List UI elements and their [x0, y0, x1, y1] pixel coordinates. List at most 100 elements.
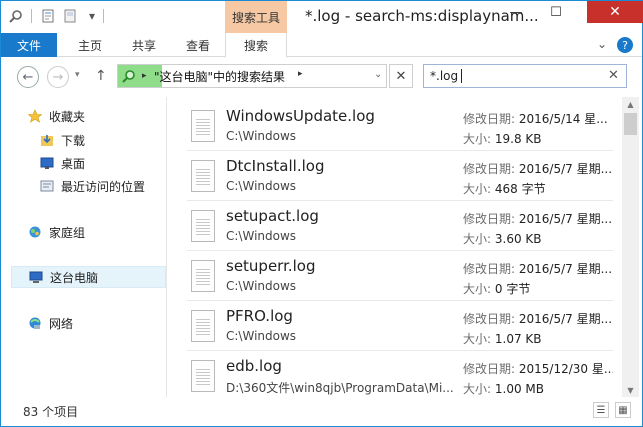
date-label: 修改日期: — [463, 362, 516, 376]
size-value: 1.07 KB — [494, 332, 542, 346]
date-value: 2016/5/14 星... — [518, 112, 608, 126]
tab-file[interactable]: 文件 — [1, 33, 57, 57]
item-count: 83 个项目 — [23, 405, 79, 419]
search-input[interactable]: *.log — [430, 69, 458, 83]
close-button[interactable]: ✕ — [587, 1, 643, 23]
file-date: 修改日期: 2016/5/14 星... — [463, 110, 608, 127]
scrollbar-thumb[interactable] — [624, 113, 637, 135]
text-caret — [461, 69, 462, 83]
file-name: setupact.log — [226, 207, 319, 225]
size-value: 3.60 KB — [494, 232, 542, 246]
properties-icon[interactable] — [39, 7, 57, 25]
list-item[interactable]: DtcInstall.log C:\Windows 修改日期: 2016/5/7… — [187, 151, 613, 201]
sidebar-item-label: 这台电脑 — [50, 270, 99, 285]
date-label: 修改日期: — [463, 312, 516, 326]
ribbon-collapse-icon[interactable]: ⌄ — [597, 37, 607, 51]
help-icon[interactable]: ? — [617, 37, 633, 53]
list-item[interactable]: setuperr.log C:\Windows 修改日期: 2016/5/7 星… — [187, 251, 613, 301]
sidebar-item-label: 桌面 — [61, 156, 86, 171]
sidebar-item-favorites[interactable]: 收藏夹 — [27, 105, 193, 127]
list-item[interactable]: setupact.log C:\Windows 修改日期: 2016/5/7 星… — [187, 201, 613, 251]
sidebar-item-homegroup[interactable]: 家庭组 — [27, 221, 193, 243]
file-name: WindowsUpdate.log — [226, 107, 375, 125]
file-name: edb.log — [226, 357, 282, 375]
clear-search-icon[interactable]: ✕ — [608, 68, 619, 83]
details-view-icon[interactable]: ☰ — [593, 402, 609, 418]
ribbon-tabs: 文件 主页 共享 查看 搜索 ⌄ ? — [1, 33, 642, 58]
size-label: 大小: — [463, 232, 492, 246]
search-results-list: WindowsUpdate.log C:\Windows 修改日期: 2016/… — [187, 101, 615, 397]
file-date: 修改日期: 2015/12/30 星... — [463, 360, 613, 377]
breadcrumb[interactable]: "这台电脑"中的搜索结果 — [154, 68, 285, 85]
file-size: 大小: 3.60 KB — [463, 230, 542, 247]
tab-search[interactable]: 搜索 — [225, 33, 287, 58]
large-icons-view-icon[interactable]: ▦ — [615, 402, 631, 418]
sidebar-item-label: 收藏夹 — [49, 109, 86, 124]
tab-view[interactable]: 查看 — [175, 33, 221, 57]
list-item[interactable]: WindowsUpdate.log C:\Windows 修改日期: 2016/… — [187, 101, 613, 151]
size-value: 468 字节 — [494, 182, 546, 196]
date-value: 2016/5/7 星期... — [518, 312, 613, 326]
date-value: 2015/12/30 星... — [518, 362, 613, 376]
sidebar-item-desktop[interactable]: 桌面 — [39, 152, 205, 174]
date-label: 修改日期: — [463, 212, 516, 226]
desktop-icon — [39, 155, 55, 171]
search-box[interactable]: *.log ✕ — [423, 64, 627, 88]
sidebar-item-recent-places[interactable]: 最近访问的位置 — [39, 175, 205, 197]
log-file-icon — [191, 160, 215, 192]
forward-button[interactable]: → — [47, 66, 69, 88]
toolbar-separator — [31, 9, 32, 23]
date-value: 2016/5/7 星期... — [518, 262, 613, 276]
address-dropdown-icon[interactable]: ⌄ — [374, 69, 382, 80]
file-size: 大小: 0 字节 — [463, 280, 530, 297]
sidebar-item-label: 网络 — [49, 316, 74, 331]
log-file-icon — [191, 210, 215, 242]
date-value: 2016/5/7 星期... — [518, 162, 613, 176]
file-path: C:\Windows — [226, 329, 297, 343]
size-value: 0 字节 — [494, 282, 531, 296]
size-value: 1.00 MB — [494, 382, 544, 396]
back-button[interactable]: ← — [17, 66, 39, 88]
scroll-up-arrow-icon[interactable]: ▲ — [622, 97, 639, 111]
up-button[interactable]: ↑ — [95, 68, 107, 84]
sidebar-item-this-pc[interactable]: 这台电脑 — [11, 266, 166, 288]
explorer-window: ▾ 搜索工具 *.log - search-ms:displaynam... —… — [0, 0, 643, 427]
stop-search-button[interactable]: ✕ — [389, 64, 413, 88]
date-label: 修改日期: — [463, 262, 516, 276]
address-bar[interactable]: ▸ "这台电脑"中的搜索结果 ▸ ⌄ — [117, 64, 387, 88]
maximize-button[interactable]: ☐ — [541, 1, 571, 23]
tab-share[interactable]: 共享 — [121, 33, 167, 57]
size-label: 大小: — [463, 182, 492, 196]
size-label: 大小: — [463, 332, 492, 346]
list-item[interactable]: edb.log D:\360文件\win8qjb\ProgramData\Mi.… — [187, 351, 613, 397]
minimize-button[interactable]: — — [501, 1, 531, 23]
homegroup-icon — [27, 224, 43, 240]
size-label: 大小: — [463, 132, 492, 146]
log-file-icon — [191, 110, 215, 142]
star-icon — [27, 108, 43, 124]
customize-toolbar-icon[interactable]: ▾ — [83, 7, 101, 25]
sidebar-item-label: 家庭组 — [49, 225, 86, 240]
address-row: ← → ▾ ↑ ▸ "这台电脑"中的搜索结果 ▸ ⌄ ✕ *.log ✕ — [1, 58, 642, 96]
file-size: 大小: 19.8 KB — [463, 130, 542, 147]
breadcrumb-chevron-icon[interactable]: ▸ — [142, 71, 147, 81]
sidebar-item-network[interactable]: 网络 — [27, 312, 193, 334]
file-name: setuperr.log — [226, 257, 316, 275]
file-path: C:\Windows — [226, 229, 297, 243]
new-folder-icon[interactable] — [61, 7, 79, 25]
status-bar: 83 个项目 ☰ ▦ — [1, 398, 642, 426]
search-app-icon[interactable] — [7, 7, 25, 25]
sidebar-item-label: 下载 — [61, 133, 86, 148]
file-date: 修改日期: 2016/5/7 星期... — [463, 160, 612, 177]
tab-home[interactable]: 主页 — [67, 33, 113, 57]
breadcrumb-chevron-icon[interactable]: ▸ — [298, 69, 303, 79]
scroll-down-arrow-icon[interactable]: ▼ — [622, 383, 639, 397]
file-size: 大小: 468 字节 — [463, 180, 546, 197]
sidebar-item-downloads[interactable]: 下载 — [39, 129, 205, 151]
list-item[interactable]: PFRO.log C:\Windows 修改日期: 2016/5/7 星期...… — [187, 301, 613, 351]
vertical-scrollbar[interactable]: ▲ ▼ — [622, 97, 639, 397]
file-date: 修改日期: 2016/5/7 星期... — [463, 260, 612, 277]
recent-locations-dropdown[interactable]: ▾ — [75, 70, 80, 80]
navigation-pane: 收藏夹 下载 桌面 最近访问的位置 家庭组 这台电脑 网络 — [1, 97, 167, 397]
file-date: 修改日期: 2016/5/7 星期... — [463, 210, 612, 227]
